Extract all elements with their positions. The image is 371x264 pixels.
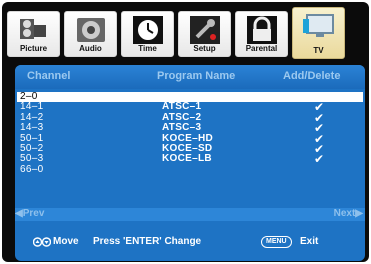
tab-label: TV <box>313 46 324 55</box>
channel-number: 14–3 <box>20 122 44 134</box>
menu-key-icon: MENU <box>261 236 292 248</box>
tv-osd-screen: Picture Audio Time Setup Parental TV Cha… <box>2 2 369 262</box>
channel-number: 50–2 <box>20 142 44 154</box>
channel-row[interactable]: 66–0 <box>17 163 363 175</box>
program-name: ATSC–1 <box>162 101 202 113</box>
column-header-program-name: Program Name <box>157 70 236 82</box>
column-header-add-delete: Add/Delete <box>283 70 341 82</box>
channel-number: 2–0 <box>20 91 38 102</box>
clock-icon <box>133 16 163 44</box>
program-name: ATSC–2 <box>162 111 202 123</box>
tab-time[interactable]: Time <box>121 11 174 57</box>
program-name: KOCE–HD <box>162 132 213 144</box>
film-camera-icon <box>20 19 46 39</box>
channel-list: 2–0 14–1 ATSC–1 ✔ 14–2 ATSC–2 ✔ 14–3 ATSC–3 ✔ 50–1… <box>17 91 363 175</box>
program-name: ATSC–3 <box>162 122 202 134</box>
channel-row[interactable]: 50–3 KOCE–LB ✔ <box>17 152 363 166</box>
channel-number: 14–1 <box>20 101 44 113</box>
tab-label: Parental <box>245 44 278 53</box>
table-header: Channel Program Name Add/Delete <box>15 65 365 89</box>
move-hint: Move <box>53 236 79 247</box>
program-name: KOCE–LB <box>162 153 212 165</box>
program-name: KOCE–SD <box>162 142 213 154</box>
help-bar: Move Press 'ENTER' Change MENU Exit <box>15 232 365 254</box>
channel-number: 50–3 <box>20 153 44 165</box>
tab-parental[interactable]: Parental <box>235 11 288 57</box>
tv-monitor-icon <box>303 14 334 37</box>
channel-list-panel: Channel Program Name Add/Delete 2–0 14–1 A… <box>15 65 365 261</box>
tab-setup[interactable]: Setup <box>178 11 231 57</box>
up-down-arrows-icon <box>33 237 51 247</box>
next-page-button[interactable]: Next▶ <box>334 208 363 219</box>
tab-label: Audio <box>79 44 102 53</box>
channel-number: 14–2 <box>20 111 44 123</box>
channel-number: 50–1 <box>20 132 44 144</box>
tab-tv[interactable]: TV <box>292 7 345 59</box>
tab-audio[interactable]: Audio <box>64 11 117 57</box>
menu-tab-bar: Picture Audio Time Setup Parental TV <box>7 7 368 59</box>
channel-number: 66–0 <box>20 163 44 175</box>
tab-label: Setup <box>193 44 216 53</box>
column-header-channel: Channel <box>27 70 71 82</box>
speaker-icon <box>77 18 105 42</box>
page-nav-bar: ◀Prev Next▶ <box>15 208 365 221</box>
lock-icon <box>247 16 277 44</box>
wrench-icon <box>190 16 220 44</box>
prev-page-button[interactable]: ◀Prev <box>15 208 44 219</box>
tab-label: Time <box>138 44 157 53</box>
change-hint: Press 'ENTER' Change <box>93 236 202 247</box>
tab-label: Picture <box>19 44 48 53</box>
tab-picture[interactable]: Picture <box>7 11 60 57</box>
exit-hint: Exit <box>300 236 319 247</box>
